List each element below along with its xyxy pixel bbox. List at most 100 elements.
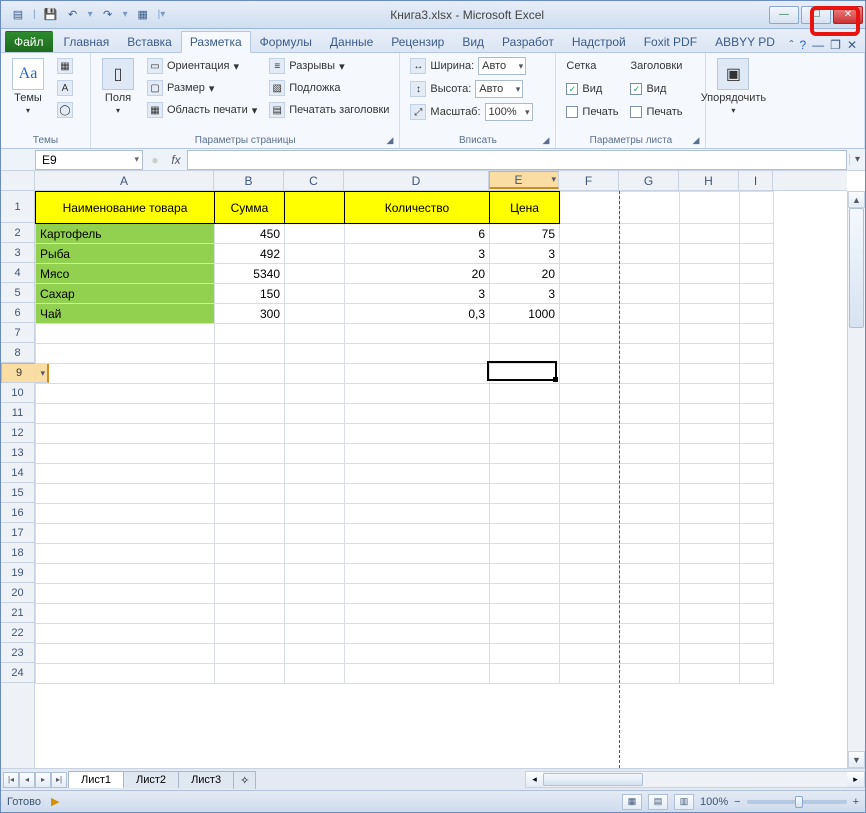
cell[interactable] [620, 604, 680, 624]
cell[interactable] [285, 584, 345, 604]
cell[interactable] [680, 264, 740, 284]
cell[interactable]: 492 [215, 244, 285, 264]
cell[interactable] [215, 604, 285, 624]
sheet-nav-first-icon[interactable]: |◂ [3, 772, 19, 788]
redo-icon[interactable]: ↷ [99, 6, 117, 24]
col-header-C[interactable]: C [284, 171, 344, 190]
cell[interactable] [285, 304, 345, 324]
cell[interactable]: Сахар [36, 284, 215, 304]
cell[interactable] [740, 244, 774, 264]
cell[interactable] [560, 192, 620, 224]
ribbon-minimize-icon[interactable]: ˆ [789, 38, 793, 52]
cell[interactable] [285, 604, 345, 624]
cell[interactable] [345, 524, 490, 544]
cell[interactable] [740, 364, 774, 384]
cell[interactable]: 3 [345, 244, 490, 264]
col-header-B[interactable]: B [214, 171, 284, 190]
scroll-down-icon[interactable]: ▼ [848, 751, 865, 768]
cell[interactable] [620, 584, 680, 604]
cell[interactable]: 3 [490, 284, 560, 304]
cell[interactable] [215, 664, 285, 684]
cell[interactable] [740, 284, 774, 304]
cell[interactable] [680, 484, 740, 504]
cell[interactable] [740, 404, 774, 424]
cell[interactable] [620, 244, 680, 264]
row-header-17[interactable]: 17 [1, 523, 34, 543]
cell[interactable] [680, 524, 740, 544]
cell[interactable] [345, 464, 490, 484]
print-area-button[interactable]: ▦Область печати ▾ [143, 100, 261, 120]
cell[interactable] [680, 464, 740, 484]
cell[interactable] [36, 524, 215, 544]
cell[interactable] [620, 524, 680, 544]
cell[interactable] [560, 324, 620, 344]
theme-colors-button[interactable]: ▦ [53, 56, 77, 76]
cell[interactable] [560, 384, 620, 404]
cell[interactable] [620, 644, 680, 664]
excel-icon[interactable]: ▤ [9, 6, 27, 24]
view-layout-button[interactable]: ▤ [648, 794, 668, 810]
cell[interactable] [560, 464, 620, 484]
col-header-I[interactable]: I [739, 171, 773, 190]
cell[interactable] [345, 504, 490, 524]
tab-формулы[interactable]: Формулы [251, 31, 321, 52]
breaks-button[interactable]: ≡Разрывы ▾ [265, 56, 393, 76]
row-header-18[interactable]: 18 [1, 543, 34, 563]
name-box[interactable]: E9 [35, 150, 143, 170]
col-header-E[interactable]: E [489, 171, 559, 189]
cell[interactable] [560, 524, 620, 544]
row-header-7[interactable]: 7 [1, 323, 34, 343]
print-titles-button[interactable]: ▤Печатать заголовки [265, 100, 393, 120]
cell[interactable] [36, 484, 215, 504]
new-sheet-button[interactable]: ✧ [233, 771, 256, 789]
row-header-11[interactable]: 11 [1, 403, 34, 423]
select-all-triangle[interactable] [1, 171, 35, 191]
row-header-10[interactable]: 10 [1, 383, 34, 403]
row-header-19[interactable]: 19 [1, 563, 34, 583]
cell[interactable] [560, 264, 620, 284]
row-header-23[interactable]: 23 [1, 643, 34, 663]
cell[interactable] [285, 192, 345, 224]
cell[interactable]: 3 [490, 244, 560, 264]
cell[interactable]: Рыба [36, 244, 215, 264]
cell[interactable] [36, 604, 215, 624]
cell[interactable] [215, 424, 285, 444]
cell[interactable] [36, 384, 215, 404]
sheet-nav-last-icon[interactable]: ▸| [51, 772, 67, 788]
cell[interactable] [560, 664, 620, 684]
minimize-button[interactable]: — [769, 6, 799, 24]
cell[interactable] [740, 484, 774, 504]
theme-effects-button[interactable]: ◯ [53, 100, 77, 120]
sheet-tab-Лист3[interactable]: Лист3 [178, 771, 234, 788]
zoom-level[interactable]: 100% [700, 796, 728, 808]
cell[interactable] [285, 544, 345, 564]
cell[interactable] [285, 364, 345, 384]
cell[interactable]: 150 [215, 284, 285, 304]
cell[interactable] [285, 404, 345, 424]
cell[interactable]: 450 [215, 224, 285, 244]
cell[interactable]: 300 [215, 304, 285, 324]
headings-print-check[interactable]: Печать [626, 102, 686, 122]
cell[interactable] [740, 524, 774, 544]
tab-разметка[interactable]: Разметка [181, 31, 251, 53]
cell[interactable] [560, 224, 620, 244]
sheet-nav-prev-icon[interactable]: ◂ [19, 772, 35, 788]
cell[interactable] [36, 564, 215, 584]
col-header-H[interactable]: H [679, 171, 739, 190]
cell[interactable] [345, 444, 490, 464]
maximize-button[interactable]: ☐ [801, 6, 831, 24]
cell[interactable] [36, 504, 215, 524]
view-pagebreak-button[interactable]: ▥ [674, 794, 694, 810]
cell[interactable] [680, 624, 740, 644]
cell[interactable] [215, 484, 285, 504]
cell[interactable] [740, 224, 774, 244]
macro-record-icon[interactable]: ▶ [51, 795, 59, 808]
cell[interactable] [215, 384, 285, 404]
cell[interactable] [560, 444, 620, 464]
cell[interactable] [345, 584, 490, 604]
cell[interactable] [620, 224, 680, 244]
row-header-4[interactable]: 4 [1, 263, 34, 283]
tab-главная[interactable]: Главная [55, 31, 119, 52]
cell[interactable] [560, 244, 620, 264]
row-header-16[interactable]: 16 [1, 503, 34, 523]
